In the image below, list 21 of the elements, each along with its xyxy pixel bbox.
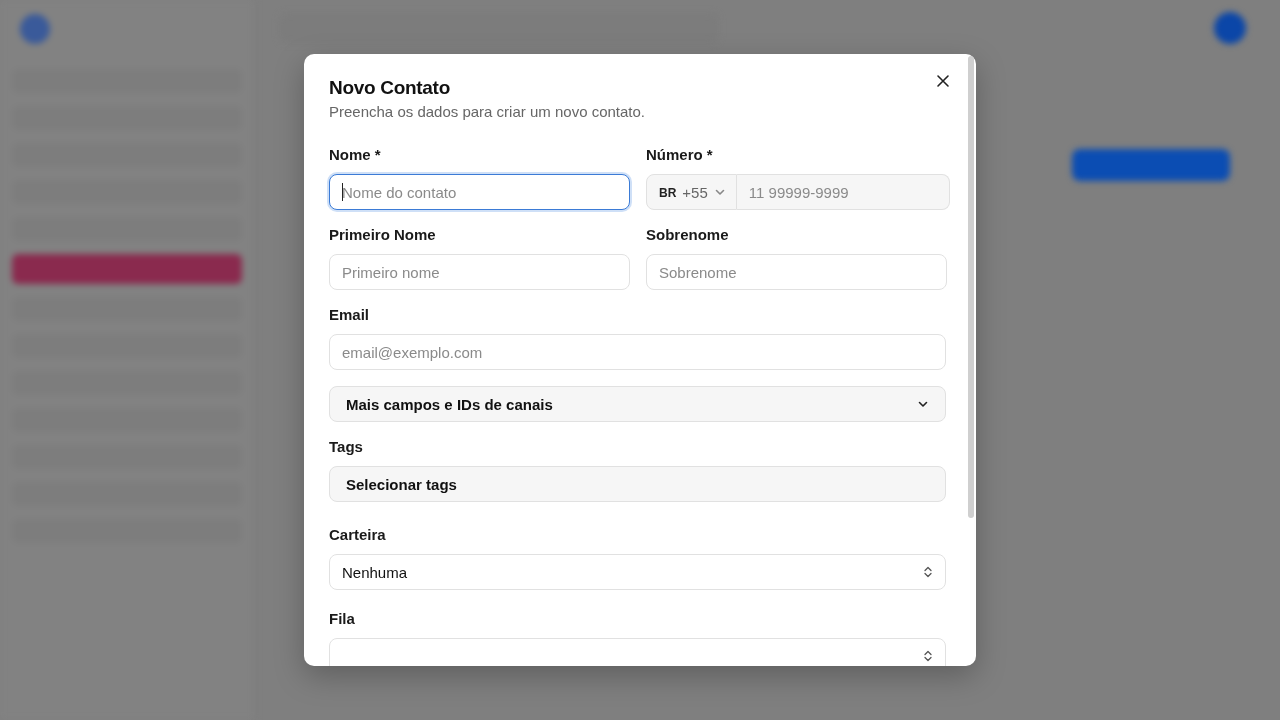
field-label: Primeiro Nome (329, 226, 437, 244)
field-label: Número * (646, 146, 714, 164)
dialog-subtitle: Preencha os dados para criar um novo contato. (329, 102, 647, 122)
up-down-chevron-icon (923, 566, 933, 578)
select-dropdown[interactable] (329, 638, 946, 666)
close-icon[interactable] (934, 72, 952, 90)
field-label: Email (329, 306, 371, 324)
field-label: Carteira (329, 526, 387, 544)
phone-input-field[interactable]: 11 99999-9999 (736, 174, 950, 210)
country-code-dropdown[interactable]: BR +55 (646, 174, 737, 210)
select-dropdown[interactable]: Nenhuma (329, 554, 946, 590)
field-label: Nome * (329, 146, 382, 164)
scrollbar-thumb[interactable] (968, 56, 974, 518)
dialog-title: Novo Contato (329, 76, 450, 100)
input-field[interactable]: Nome do contato (329, 174, 630, 210)
field-label: Fila (329, 610, 356, 628)
field-label: Sobrenome (646, 226, 730, 244)
tags-select[interactable]: Selecionar tags (329, 466, 946, 502)
collapsible-section-header[interactable]: Mais campos e IDs de canais (329, 386, 946, 422)
up-down-chevron-icon (923, 650, 933, 662)
field-label: Tags (329, 438, 364, 456)
